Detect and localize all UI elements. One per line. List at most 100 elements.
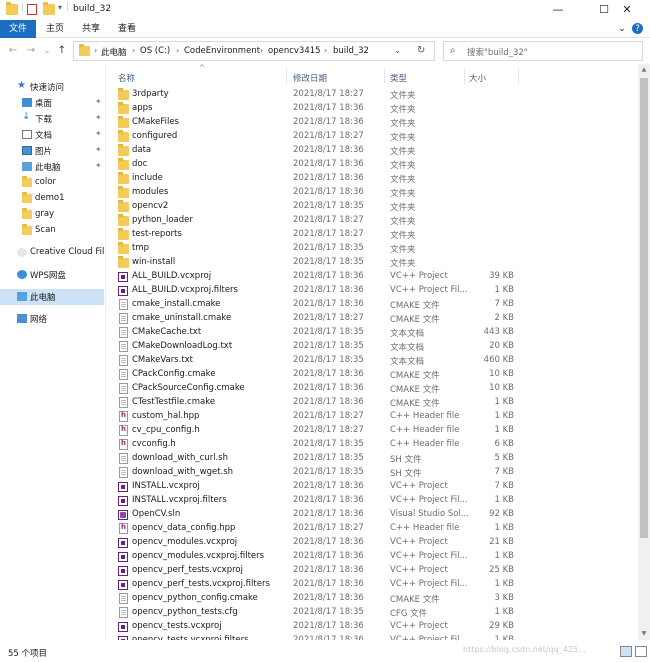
file-row[interactable]: opencv_perf_tests.vcxproj 2021/8/17 18:36… bbox=[106, 564, 638, 578]
file-row[interactable]: INSTALL.vcxproj.filters 2021/8/17 18:36 VC… bbox=[106, 494, 638, 508]
column-divider[interactable] bbox=[518, 68, 519, 84]
vertical-scrollbar[interactable]: ▲ ▼ bbox=[638, 64, 650, 640]
breadcrumb-drive[interactable]: OS (C:) bbox=[140, 46, 170, 56]
refresh-icon[interactable]: ↻ bbox=[417, 45, 425, 56]
file-row[interactable]: cv_cpu_config.h 2021/8/17 18:27 C++ Header… bbox=[106, 424, 638, 438]
new-folder-icon[interactable] bbox=[43, 2, 55, 15]
file-row[interactable]: OpenCV.sln 2021/8/17 18:36 Visual Studio S… bbox=[106, 508, 638, 522]
tab-home[interactable]: 主页 bbox=[42, 20, 68, 38]
address-bar[interactable]: › 此电脑 › OS (C:) › CodeEnvironment › open… bbox=[73, 41, 435, 61]
tab-view[interactable]: 查看 bbox=[114, 20, 140, 38]
properties-icon[interactable] bbox=[27, 4, 37, 15]
sidebar-item-documents[interactable]: 文档 ✦ bbox=[0, 127, 104, 143]
file-row[interactable]: CMakeDownloadLog.txt 2021/8/17 18:35 文本文档 2… bbox=[106, 340, 638, 354]
sidebar-item-creative-cloud[interactable]: Creative Cloud Files bbox=[0, 245, 104, 261]
file-row[interactable]: test-reports 2021/8/17 18:27 文件夹 bbox=[106, 228, 638, 242]
qa-customize-icon[interactable]: ▾ bbox=[58, 3, 62, 12]
help-icon[interactable]: ? bbox=[632, 23, 643, 34]
breadcrumb-this-pc[interactable]: 此电脑 bbox=[101, 46, 127, 58]
file-row[interactable]: CPackSourceConfig.cmake 2021/8/17 18:36 CM… bbox=[106, 382, 638, 396]
file-row[interactable]: doc 2021/8/17 18:36 文件夹 bbox=[106, 158, 638, 172]
sidebar-item-scan[interactable]: Scan bbox=[0, 223, 104, 239]
search-input[interactable]: ⌕ 搜索"build_32" bbox=[443, 41, 643, 61]
file-row[interactable]: CTestTestfile.cmake 2021/8/17 18:36 CMAKE … bbox=[106, 396, 638, 410]
file-row[interactable]: opencv_modules.vcxproj 2021/8/17 18:36 VC+… bbox=[106, 536, 638, 550]
column-size[interactable]: 大小 bbox=[469, 72, 486, 84]
file-row[interactable]: data 2021/8/17 18:36 文件夹 bbox=[106, 144, 638, 158]
file-row[interactable]: cvconfig.h 2021/8/17 18:35 C++ Header file… bbox=[106, 438, 638, 452]
pin-icon[interactable]: ✦ bbox=[95, 97, 102, 106]
column-type[interactable]: 类型 bbox=[390, 72, 407, 84]
back-button[interactable]: ← bbox=[6, 44, 20, 58]
file-row[interactable]: CPackConfig.cmake 2021/8/17 18:36 CMAKE 文件… bbox=[106, 368, 638, 382]
column-modified[interactable]: 修改日期 bbox=[293, 72, 327, 84]
file-row[interactable]: download_with_curl.sh 2021/8/17 18:35 SH 文… bbox=[106, 452, 638, 466]
file-row[interactable]: include 2021/8/17 18:36 文件夹 bbox=[106, 172, 638, 186]
scroll-up-icon[interactable]: ▲ bbox=[638, 64, 650, 76]
file-row[interactable]: CMakeFiles 2021/8/17 18:36 文件夹 bbox=[106, 116, 638, 130]
tab-share[interactable]: 共享 bbox=[78, 20, 104, 38]
breadcrumb-opencv3415[interactable]: opencv3415 bbox=[268, 46, 321, 56]
file-row[interactable]: opencv_modules.vcxproj.filters 2021/8/17 … bbox=[106, 550, 638, 564]
column-divider[interactable] bbox=[384, 68, 385, 84]
file-row[interactable]: 3rdparty 2021/8/17 18:27 文件夹 bbox=[106, 88, 638, 102]
sidebar-item-desktop[interactable]: 桌面 ✦ bbox=[0, 95, 104, 111]
pin-icon[interactable]: ✦ bbox=[95, 113, 102, 122]
file-row[interactable]: configured 2021/8/17 18:27 文件夹 bbox=[106, 130, 638, 144]
file-row[interactable]: cmake_install.cmake 2021/8/17 18:36 CMAKE … bbox=[106, 298, 638, 312]
file-row[interactable]: win-install 2021/8/17 18:35 文件夹 bbox=[106, 256, 638, 270]
column-divider[interactable] bbox=[286, 68, 287, 84]
column-name[interactable]: 名称 bbox=[118, 72, 135, 84]
sidebar-item-this-pc[interactable]: 此电脑 bbox=[0, 289, 104, 305]
pin-icon[interactable]: ✦ bbox=[95, 161, 102, 170]
sidebar-item-quick-access[interactable]: ★ 快速访问 bbox=[0, 79, 104, 95]
sidebar-item-this-pc-pinned[interactable]: 此电脑 ✦ bbox=[0, 159, 104, 175]
breadcrumb-build32[interactable]: build_32 bbox=[333, 46, 369, 56]
sidebar-item-color[interactable]: color bbox=[0, 175, 104, 191]
file-row[interactable]: ALL_BUILD.vcxproj 2021/8/17 18:36 VC++ Pro… bbox=[106, 270, 638, 284]
file-row[interactable]: opencv_python_config.cmake 2021/8/17 18:3… bbox=[106, 592, 638, 606]
scrollbar-thumb[interactable] bbox=[640, 78, 648, 538]
navigation-pane: ★ 快速访问 桌面 ✦ ↓ 下载 ✦ 文档 ✦ 图片 ✦ 此电脑 ✦ color… bbox=[0, 64, 106, 640]
file-row[interactable]: opencv_data_config.hpp 2021/8/17 18:27 C++… bbox=[106, 522, 638, 536]
file-row[interactable]: opencv_perf_tests.vcxproj.filters 2021/8/… bbox=[106, 578, 638, 592]
file-row[interactable]: opencv_tests.vcxproj 2021/8/17 18:36 VC++ … bbox=[106, 620, 638, 634]
file-row[interactable]: python_loader 2021/8/17 18:27 文件夹 bbox=[106, 214, 638, 228]
address-dropdown-icon[interactable]: ⌄ bbox=[394, 46, 401, 56]
column-divider[interactable] bbox=[464, 68, 465, 84]
header-file-icon bbox=[119, 411, 128, 422]
file-row[interactable]: custom_hal.hpp 2021/8/17 18:27 C++ Header … bbox=[106, 410, 638, 424]
file-row[interactable]: opencv2 2021/8/17 18:35 文件夹 bbox=[106, 200, 638, 214]
file-date: 2021/8/17 18:36 bbox=[293, 145, 364, 155]
file-row[interactable]: apps 2021/8/17 18:36 文件夹 bbox=[106, 102, 638, 116]
large-icons-view-icon[interactable] bbox=[635, 646, 647, 657]
sidebar-item-gray[interactable]: gray bbox=[0, 207, 104, 223]
file-row[interactable]: modules 2021/8/17 18:36 文件夹 bbox=[106, 186, 638, 200]
file-row[interactable]: cmake_uninstall.cmake 2021/8/17 18:27 CMAK… bbox=[106, 312, 638, 326]
pin-icon[interactable]: ✦ bbox=[95, 129, 102, 138]
tab-file[interactable]: 文件 bbox=[0, 20, 36, 38]
file-row[interactable]: opencv_python_tests.cfg 2021/8/17 18:35 CF… bbox=[106, 606, 638, 620]
file-row[interactable]: INSTALL.vcxproj 2021/8/17 18:36 VC++ Proje… bbox=[106, 480, 638, 494]
details-view-icon[interactable] bbox=[620, 646, 632, 657]
sidebar-item-pictures[interactable]: 图片 ✦ bbox=[0, 143, 104, 159]
ribbon-expand-icon[interactable]: ⌄ bbox=[616, 23, 628, 35]
up-button[interactable]: ↑ bbox=[55, 44, 69, 58]
sidebar-item-demo1[interactable]: demo1 bbox=[0, 191, 104, 207]
breadcrumb-codeenvironment[interactable]: CodeEnvironment bbox=[184, 46, 260, 56]
file-date: 2021/8/17 18:35 bbox=[293, 453, 364, 463]
pin-icon[interactable]: ✦ bbox=[95, 145, 102, 154]
forward-button[interactable]: → bbox=[24, 44, 38, 58]
file-row[interactable]: ALL_BUILD.vcxproj.filters 2021/8/17 18:36… bbox=[106, 284, 638, 298]
minimize-button[interactable]: — bbox=[535, 0, 581, 20]
file-row[interactable]: tmp 2021/8/17 18:35 文件夹 bbox=[106, 242, 638, 256]
scroll-down-icon[interactable]: ▼ bbox=[638, 628, 650, 640]
file-row[interactable]: download_with_wget.sh 2021/8/17 18:35 SH 文… bbox=[106, 466, 638, 480]
file-row[interactable]: CMakeCache.txt 2021/8/17 18:35 文本文档 443 KB bbox=[106, 326, 638, 340]
file-row[interactable]: CMakeVars.txt 2021/8/17 18:35 文本文档 460 KB bbox=[106, 354, 638, 368]
close-button[interactable]: ✕ bbox=[604, 0, 650, 20]
recent-locations-icon[interactable]: ⌄ bbox=[40, 44, 54, 58]
sidebar-item-wps[interactable]: WPS网盘 bbox=[0, 267, 104, 283]
sidebar-item-network[interactable]: 网络 bbox=[0, 311, 104, 327]
sidebar-item-downloads[interactable]: ↓ 下载 ✦ bbox=[0, 111, 104, 127]
